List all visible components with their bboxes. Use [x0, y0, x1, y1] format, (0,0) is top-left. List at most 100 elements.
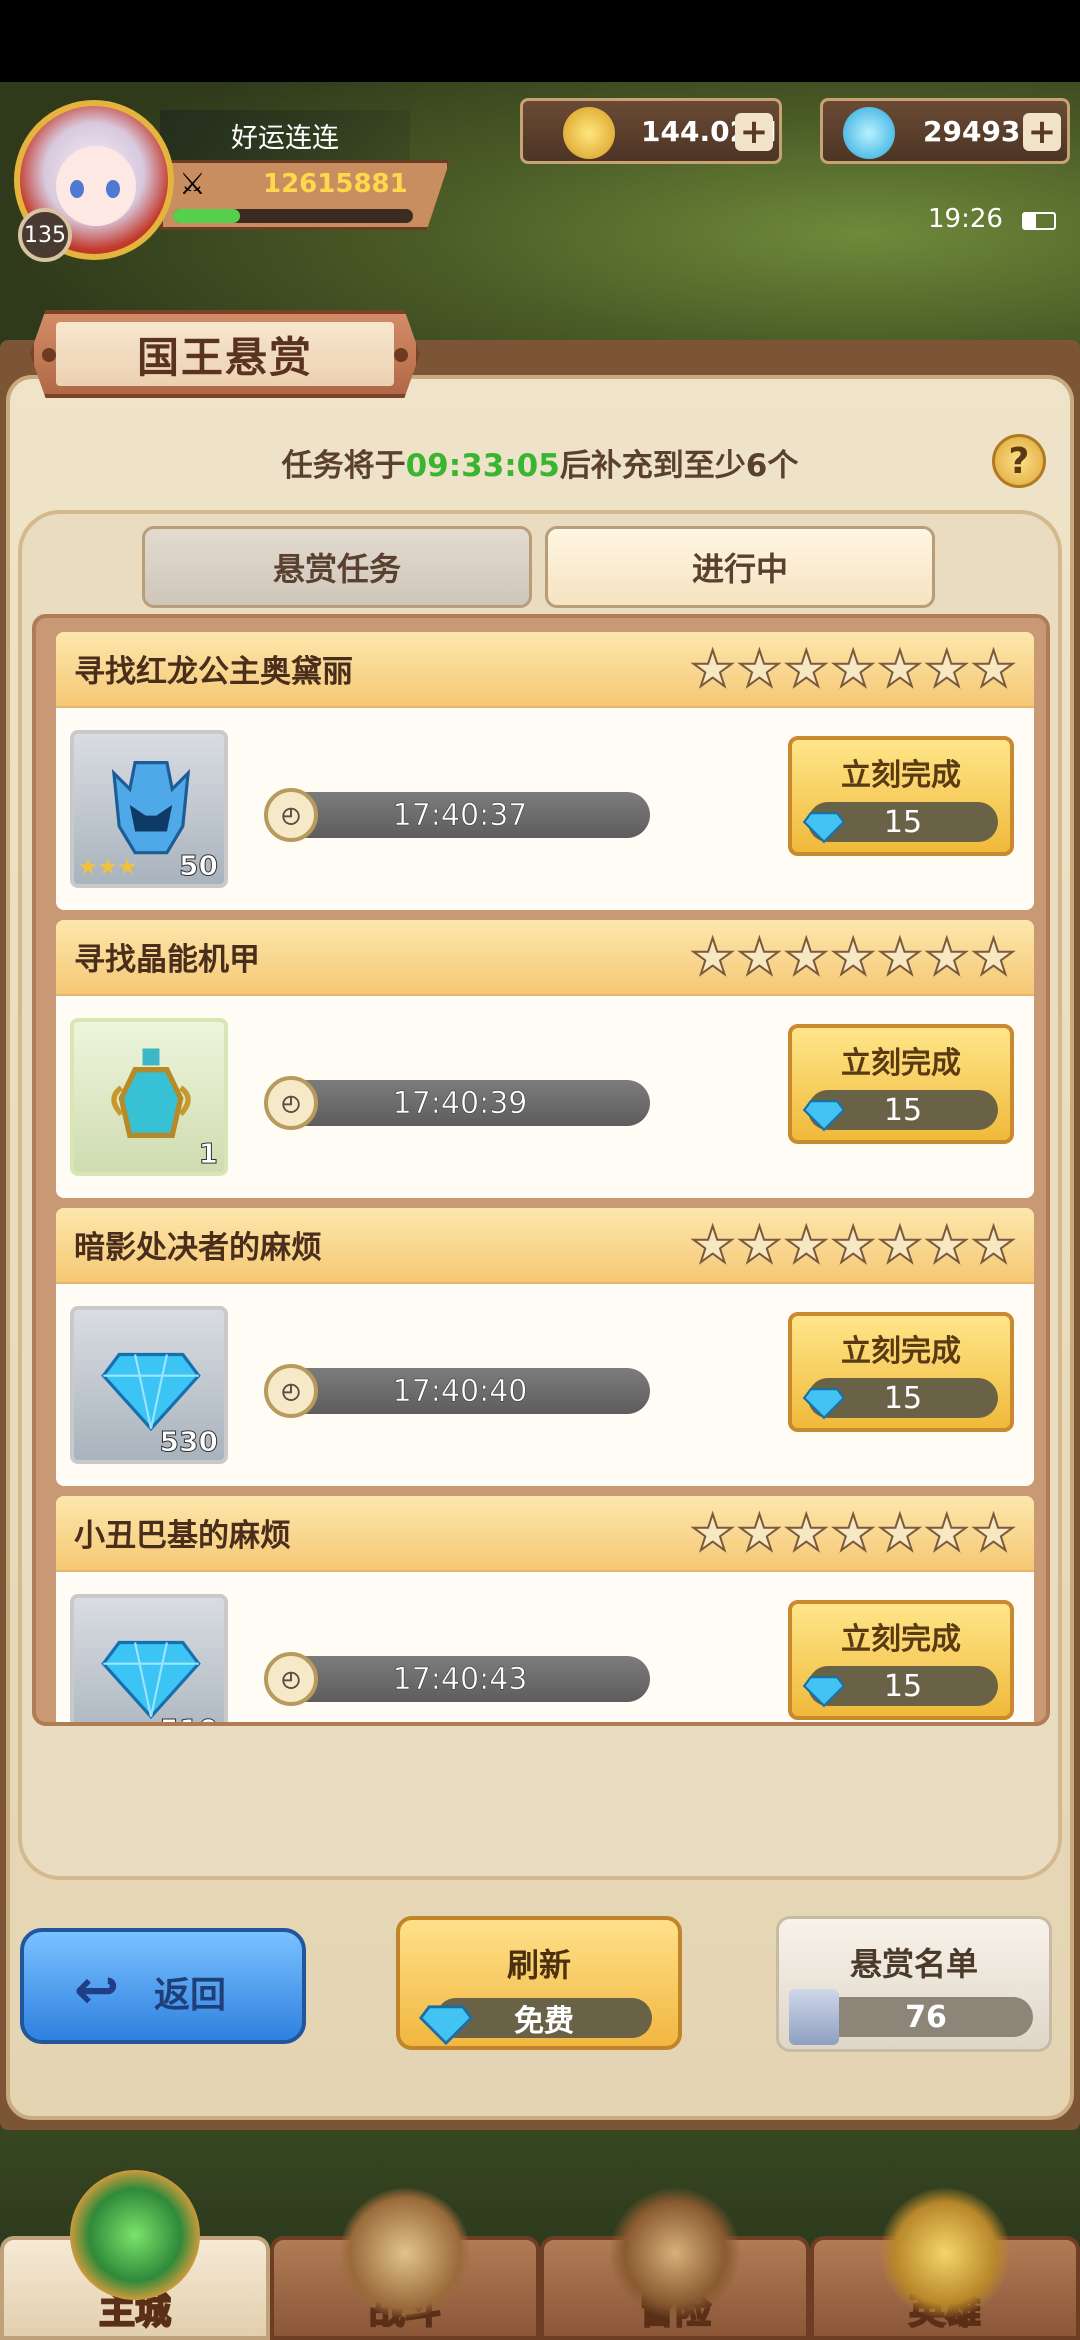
task-header: 小丑巴基的麻烦 ★ ★ ★ ★ ★ ★ ★ [56, 1496, 1034, 1572]
complete-cost: 15 [802, 1090, 998, 1132]
task-list[interactable]: 寻找红龙公主奥黛丽 ★ ★ ★ ★ ★ ★ ★ ★★★ 50 ◴ 17:40:37 立刻完成… [32, 614, 1050, 1726]
refresh-button[interactable]: 刷新 免费 [396, 1916, 682, 2050]
star-icon: ★ [830, 1216, 877, 1274]
potion-icon [111, 1048, 191, 1139]
reward-count: 530 [159, 1425, 218, 1459]
tab-in-progress[interactable]: 进行中 [545, 526, 935, 608]
task-timer: ◴ 17:40:37 [264, 788, 650, 842]
tab-bounty-tasks[interactable]: 悬赏任务 [142, 526, 532, 608]
title-rivet [42, 348, 56, 362]
clock: 19:26 [928, 204, 1003, 234]
bounty-list-label: 悬赏名单 [849, 1945, 978, 1983]
clock-icon: ◴ [264, 788, 318, 842]
star-icon: ★ [736, 640, 783, 698]
status-bar [0, 0, 1080, 82]
task-card: 寻找红龙公主奥黛丽 ★ ★ ★ ★ ★ ★ ★ ★★★ 50 ◴ 17:40:37 立刻完成… [56, 632, 1034, 910]
task-timer: ◴ 17:40:40 [264, 1364, 650, 1418]
gem-currency: 29493 + [820, 98, 1070, 164]
add-gems-button[interactable]: + [1023, 112, 1061, 152]
complete-cost: 15 [802, 1378, 998, 1420]
diamond-icon [802, 812, 846, 844]
task-timer: ◴ 17:40:43 [264, 1652, 650, 1706]
reward-item[interactable]: 1 [70, 1018, 228, 1176]
star-icon: ★ [689, 640, 736, 698]
bounty-list-count: 76 [819, 1997, 1033, 2037]
complete-now-button[interactable]: 立刻完成 15 [788, 1312, 1014, 1432]
task-name: 小丑巴基的麻烦 [74, 1518, 291, 1554]
task-stars: ★ ★ ★ ★ ★ ★ ★ [689, 928, 1017, 986]
complete-cost: 15 [802, 1666, 998, 1708]
task-stars: ★ ★ ★ ★ ★ ★ ★ [689, 1216, 1017, 1274]
star-icon: ★ [970, 1216, 1017, 1274]
refill-notice: 任务将于09:33:05后补充到至少6个 [0, 440, 1080, 485]
reward-count: 510 [159, 1713, 218, 1723]
title-rivet [394, 348, 408, 362]
task-header: 寻找红龙公主奥黛丽 ★ ★ ★ ★ ★ ★ ★ [56, 632, 1034, 708]
star-icon: ★ [877, 640, 924, 698]
diamond-icon [802, 1100, 846, 1132]
add-gold-button[interactable]: + [735, 112, 773, 152]
star-icon: ★ [689, 1504, 736, 1562]
page-title: 国王悬赏 [56, 322, 394, 386]
diamond-icon [802, 1676, 846, 1708]
star-icon: ★ [783, 1216, 830, 1274]
bounty-list-button[interactable]: 悬赏名单 76 [776, 1916, 1052, 2052]
complete-label: 立刻完成 [841, 758, 961, 793]
star-icon: ★ [923, 928, 970, 986]
eye-left [70, 180, 84, 198]
clock-icon: ◴ [264, 1076, 318, 1130]
diamond-icon [802, 1388, 846, 1420]
complete-label: 立刻完成 [841, 1622, 961, 1657]
help-button[interactable]: ? [992, 434, 1046, 488]
cost-value: 15 [883, 1668, 923, 1704]
back-arrow-icon: ↩ [74, 1958, 120, 2021]
star-icon: ★ [736, 1504, 783, 1562]
task-stars: ★ ★ ★ ★ ★ ★ ★ [689, 1504, 1017, 1562]
star-icon: ★ [783, 640, 830, 698]
refresh-label: 刷新 [506, 1946, 571, 1984]
castle-portal-icon [70, 2170, 200, 2300]
reward-count: 50 [179, 849, 219, 883]
cost-value: 15 [883, 1092, 923, 1128]
task-name: 暗影处决者的麻烦 [74, 1230, 322, 1266]
power-value: 12615881 [263, 169, 408, 199]
back-label: 返回 [154, 1975, 227, 2016]
star-icon: ★ [689, 928, 736, 986]
task-timer: ◴ 17:40:39 [264, 1076, 650, 1130]
timer-text: 17:40:40 [392, 1373, 528, 1409]
star-icon: ★ [736, 1216, 783, 1274]
task-name: 寻找红龙公主奥黛丽 [74, 654, 353, 690]
star-icon: ★ [877, 928, 924, 986]
star-icon: ★ [830, 640, 877, 698]
notice-countdown: 09:33:05 [405, 448, 560, 484]
reward-item[interactable]: 530 [70, 1306, 228, 1464]
clock-icon: ◴ [264, 1364, 318, 1418]
star-icon: ★ [923, 1216, 970, 1274]
star-icon: ★ [970, 1504, 1017, 1562]
complete-now-button[interactable]: 立刻完成 15 [788, 1024, 1014, 1144]
task-header: 寻找晶能机甲 ★ ★ ★ ★ ★ ★ ★ [56, 920, 1034, 996]
complete-now-button[interactable]: 立刻完成 15 [788, 1600, 1014, 1720]
exp-bar [173, 209, 413, 223]
star-icon: ★ [877, 1504, 924, 1562]
task-stars: ★ ★ ★ ★ ★ ★ ★ [689, 640, 1017, 698]
power-bar: ⚔ 12615881 [160, 160, 450, 230]
star-icon: ★ [830, 928, 877, 986]
task-name: 寻找晶能机甲 [74, 942, 260, 978]
battery-icon [1022, 212, 1056, 230]
notice-prefix: 任务将于 [281, 448, 406, 484]
title-plate: 国王悬赏 [30, 310, 420, 398]
reward-item[interactable]: ★★★ 50 [70, 730, 228, 888]
reward-count: 1 [198, 1137, 219, 1171]
gold-currency: 144.02M + [520, 98, 782, 164]
complete-now-button[interactable]: 立刻完成 15 [788, 736, 1014, 856]
star-icon: ★ [736, 928, 783, 986]
star-icon: ★ [923, 640, 970, 698]
star-icon: ★ [923, 1504, 970, 1562]
star-icon: ★ [970, 640, 1017, 698]
player-level-badge: 135 [18, 208, 72, 262]
avatar-face [56, 146, 136, 226]
rarity-stars: ★★★ [78, 855, 138, 880]
back-button[interactable]: ↩ 返回 [20, 1928, 306, 2044]
reward-item[interactable]: 510 [70, 1594, 228, 1723]
